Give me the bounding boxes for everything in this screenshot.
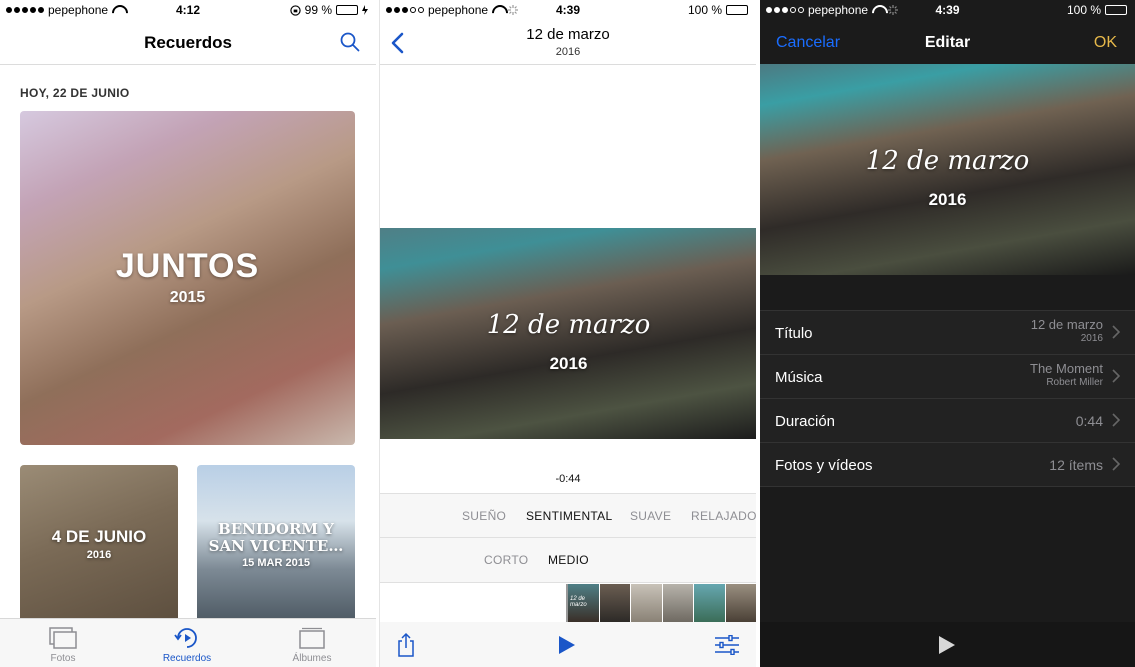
row-label: Duración: [775, 413, 836, 430]
memory-title: JUNTOS: [115, 247, 260, 285]
video-player[interactable]: 12 de marzo 2016: [380, 228, 756, 439]
row-value-main: 12 de marzo: [1030, 317, 1103, 332]
row-label: Título: [775, 325, 813, 342]
charging-icon: [362, 5, 368, 15]
memory-year: 2015: [169, 289, 206, 306]
memory-subtitle: 2016: [86, 549, 112, 561]
edit-memory-screen: pepephone 4:39 100 % Cancelar Editar OK …: [760, 0, 1135, 667]
featured-memory-card[interactable]: JUNTOS 2015: [20, 111, 355, 445]
battery-percent: 99 %: [304, 3, 332, 17]
page-title: Recuerdos: [144, 33, 232, 52]
memory-subtitle: 15 MAR 2015: [242, 557, 310, 569]
video-title: 12 de marzo: [865, 146, 1030, 176]
tab-albums[interactable]: Álbumes: [257, 625, 367, 664]
length-selector: CORTO MEDIO: [380, 538, 756, 583]
chevron-right-icon: [1112, 457, 1121, 471]
mood-option[interactable]: RELAJADO: [691, 509, 756, 523]
tab-photos[interactable]: Fotos: [8, 625, 118, 664]
chevron-right-icon: [1112, 369, 1121, 383]
page-title: 12 de marzo: [526, 26, 610, 43]
memory-title: 4 DE JUNIO: [51, 527, 147, 546]
status-right: 100 %: [1067, 3, 1127, 17]
play-icon[interactable]: [558, 635, 576, 655]
bottom-toolbar: [380, 622, 756, 667]
play-icon[interactable]: [938, 635, 956, 655]
battery-icon: [1105, 5, 1127, 15]
music-row[interactable]: Música The Moment Robert Miller: [760, 355, 1135, 399]
albums-icon: [299, 627, 325, 649]
tab-label: Recuerdos: [162, 653, 212, 664]
mood-option[interactable]: SUAVE: [630, 509, 671, 523]
tab-label: Fotos: [50, 653, 76, 664]
length-option[interactable]: MEDIO: [548, 553, 589, 567]
row-value: 0:44: [1075, 413, 1103, 429]
status-right: 99 %: [289, 3, 368, 17]
row-label: Música: [775, 369, 823, 386]
memories-screen: pepephone 4:12 99 % Recuerdos HOY, 22 DE…: [0, 0, 376, 667]
filmstrip-thumb: 12 de marzo: [568, 584, 600, 622]
mood-option[interactable]: SUEÑO: [462, 509, 506, 523]
row-label: Fotos y vídeos: [775, 457, 873, 474]
duration-row[interactable]: Duración 0:44: [760, 399, 1135, 443]
memory-title: BENIDORM Y SAN VICENTE…: [208, 520, 344, 555]
row-value: The Moment Robert Miller: [1030, 362, 1103, 390]
video-year: 2016: [928, 190, 967, 209]
status-bar: pepephone 4:39 100 %: [760, 0, 1135, 20]
battery-percent: 100 %: [1066, 3, 1101, 17]
page-title: Editar: [924, 34, 971, 51]
video-title: 12 de marzo: [486, 310, 651, 340]
mood-option[interactable]: SENTIMENTAL: [526, 509, 612, 523]
filmstrip-thumb: [599, 584, 631, 622]
filmstrip-thumb: [662, 584, 694, 622]
memory-card[interactable]: 4 DE JUNIO 2016: [20, 465, 178, 625]
status-bar: pepephone 4:39 100 %: [380, 0, 756, 20]
adjustments-icon[interactable]: [714, 635, 740, 655]
section-header: HOY, 22 DE JUNIO: [20, 86, 130, 100]
ok-button[interactable]: OK: [1094, 34, 1117, 52]
video-year: 2016: [549, 354, 588, 373]
mood-selector: SUEÑO SENTIMENTAL SUAVE RELAJADO: [380, 493, 756, 538]
battery-icon: [726, 5, 748, 15]
photos-videos-row[interactable]: Fotos y vídeos 12 ítems: [760, 443, 1135, 487]
battery-percent: 100 %: [687, 3, 722, 17]
row-value-main: The Moment: [1030, 361, 1103, 376]
filmstrip-thumb: [694, 584, 726, 622]
battery-icon: [336, 5, 358, 15]
bottom-toolbar: [760, 622, 1135, 667]
tab-memories[interactable]: Recuerdos: [132, 625, 242, 664]
nav-bar: Cancelar Editar OK: [760, 20, 1135, 64]
filmstrip-thumb: [725, 584, 756, 622]
memory-card[interactable]: BENIDORM Y SAN VICENTE… 15 MAR 2015: [197, 465, 355, 625]
nav-bar: 12 de marzo 2016: [380, 20, 756, 65]
nav-bar: Recuerdos: [0, 20, 376, 65]
chevron-right-icon: [1112, 413, 1121, 427]
filmstrip[interactable]: 12 de marzo: [566, 584, 756, 622]
tab-label: Álbumes: [292, 653, 332, 664]
title-row[interactable]: Título 12 de marzo 2016: [760, 311, 1135, 355]
share-icon[interactable]: [396, 632, 416, 658]
length-option[interactable]: CORTO: [484, 553, 528, 567]
row-value-sub: Robert Miller: [1046, 377, 1103, 388]
photos-icon: [49, 627, 77, 649]
filmstrip-thumb: [631, 584, 663, 622]
row-value: 12 ítems: [1049, 457, 1103, 473]
status-bar: pepephone 4:12 99 %: [0, 0, 376, 20]
settings-list: Título 12 de marzo 2016 Música The Moment…: [760, 310, 1135, 487]
chevron-right-icon: [1112, 325, 1121, 339]
filmstrip-title: 12 de marzo: [570, 596, 587, 608]
page-subtitle: 2016: [555, 46, 581, 58]
memory-movie-screen: pepephone 4:39 100 % 12 de marzo 2016 12…: [379, 0, 756, 667]
remaining-time: -0:44: [555, 473, 581, 485]
search-icon[interactable]: [340, 32, 360, 52]
memories-icon: [174, 628, 197, 648]
video-preview: 12 de marzo 2016: [760, 64, 1135, 275]
row-value: 12 de marzo 2016: [1031, 318, 1103, 346]
row-value-sub: 2016: [1080, 333, 1103, 344]
status-right: 100 %: [688, 3, 748, 17]
rotation-lock-icon: [289, 4, 301, 16]
tab-bar: Fotos Recuerdos Álbumes: [0, 618, 376, 667]
